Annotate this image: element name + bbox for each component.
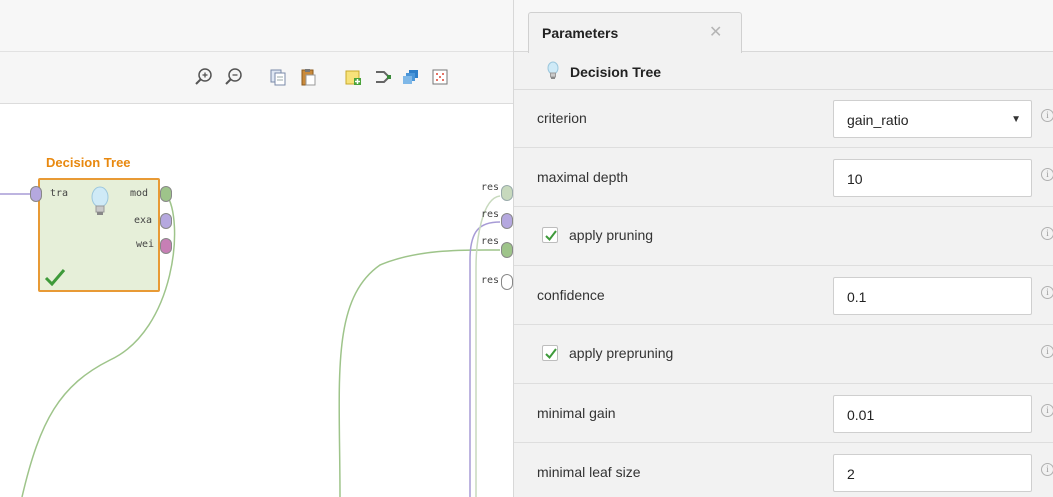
tab-label: Parameters bbox=[542, 25, 619, 41]
close-icon[interactable]: ✕ bbox=[709, 22, 722, 42]
operator-title: Decision Tree bbox=[46, 155, 131, 170]
param-label: minimal leaf size bbox=[537, 464, 641, 480]
criterion-select[interactable]: gain_ratio ▼ bbox=[833, 100, 1032, 138]
output-port-exa[interactable] bbox=[160, 213, 172, 229]
param-row-maximal-depth: maximal depth 10 i bbox=[514, 149, 1053, 207]
info-icon[interactable]: i bbox=[1041, 463, 1053, 476]
result-port-label: res bbox=[481, 236, 500, 247]
param-row-minimal-gain: minimal gain 0.01 i bbox=[514, 385, 1053, 443]
param-label: apply pruning bbox=[569, 227, 654, 243]
lightbulb-icon bbox=[90, 186, 110, 225]
minimal-leaf-size-field[interactable]: 2 bbox=[833, 454, 1032, 492]
param-label: criterion bbox=[537, 110, 587, 126]
info-icon[interactable]: i bbox=[1041, 404, 1053, 417]
port-label-tra: tra bbox=[50, 188, 69, 199]
param-label: confidence bbox=[537, 287, 605, 303]
param-row-criterion: criterion gain_ratio ▼ i bbox=[514, 90, 1053, 148]
checkmark-icon bbox=[545, 348, 557, 360]
info-icon[interactable]: i bbox=[1041, 227, 1053, 240]
criterion-value: gain_ratio bbox=[847, 112, 909, 128]
checkmark-icon bbox=[44, 268, 66, 291]
minimal-gain-value: 0.01 bbox=[847, 407, 875, 423]
panel-tabbar: Parameters ✕ bbox=[514, 0, 1053, 53]
param-label: apply prepruning bbox=[569, 345, 674, 361]
param-row-apply-prepruning: apply prepruning i bbox=[514, 326, 1053, 384]
parameters-panel: Parameters ✕ Decision Tree criterion gai… bbox=[514, 0, 1053, 497]
result-port[interactable] bbox=[501, 185, 513, 201]
confidence-value: 0.1 bbox=[847, 289, 867, 305]
lightbulb-icon bbox=[547, 61, 559, 86]
maximal-depth-field[interactable]: 10 bbox=[833, 159, 1032, 197]
output-port-mod[interactable] bbox=[160, 186, 172, 202]
operator-header: Decision Tree bbox=[514, 53, 1053, 90]
apply-pruning-checkbox[interactable] bbox=[542, 227, 558, 243]
result-port[interactable] bbox=[501, 242, 513, 258]
param-row-confidence: confidence 0.1 i bbox=[514, 267, 1053, 325]
info-icon[interactable]: i bbox=[1041, 286, 1053, 299]
port-label-exa: exa bbox=[134, 215, 153, 226]
info-icon[interactable]: i bbox=[1041, 168, 1053, 181]
param-row-minimal-leaf-size: minimal leaf size 2 i bbox=[514, 444, 1053, 497]
tab-parameters[interactable]: Parameters ✕ bbox=[528, 12, 742, 53]
result-port-label: res bbox=[481, 182, 500, 193]
decision-tree-operator[interactable]: tra mod exa wei bbox=[38, 178, 160, 292]
operator-name: Decision Tree bbox=[570, 64, 662, 80]
chevron-down-icon: ▼ bbox=[1011, 114, 1021, 125]
minimal-leaf-size-value: 2 bbox=[847, 466, 855, 482]
result-port[interactable] bbox=[501, 213, 513, 229]
confidence-field[interactable]: 0.1 bbox=[833, 277, 1032, 315]
port-label-wei: wei bbox=[136, 239, 155, 250]
input-port-tra[interactable] bbox=[30, 186, 42, 202]
apply-prepruning-checkbox[interactable] bbox=[542, 345, 558, 361]
param-label: minimal gain bbox=[537, 405, 616, 421]
minimal-gain-field[interactable]: 0.01 bbox=[833, 395, 1032, 433]
port-label-mod: mod bbox=[130, 188, 149, 199]
param-row-apply-pruning: apply pruning i bbox=[514, 208, 1053, 266]
maximal-depth-value: 10 bbox=[847, 171, 863, 187]
result-port-label: res bbox=[481, 275, 500, 286]
param-label: maximal depth bbox=[537, 169, 629, 185]
checkmark-icon bbox=[545, 230, 557, 242]
output-port-wei[interactable] bbox=[160, 238, 172, 254]
info-icon[interactable]: i bbox=[1041, 109, 1053, 122]
result-port-label: res bbox=[481, 209, 500, 220]
result-port[interactable] bbox=[501, 274, 513, 290]
info-icon[interactable]: i bbox=[1041, 345, 1053, 358]
